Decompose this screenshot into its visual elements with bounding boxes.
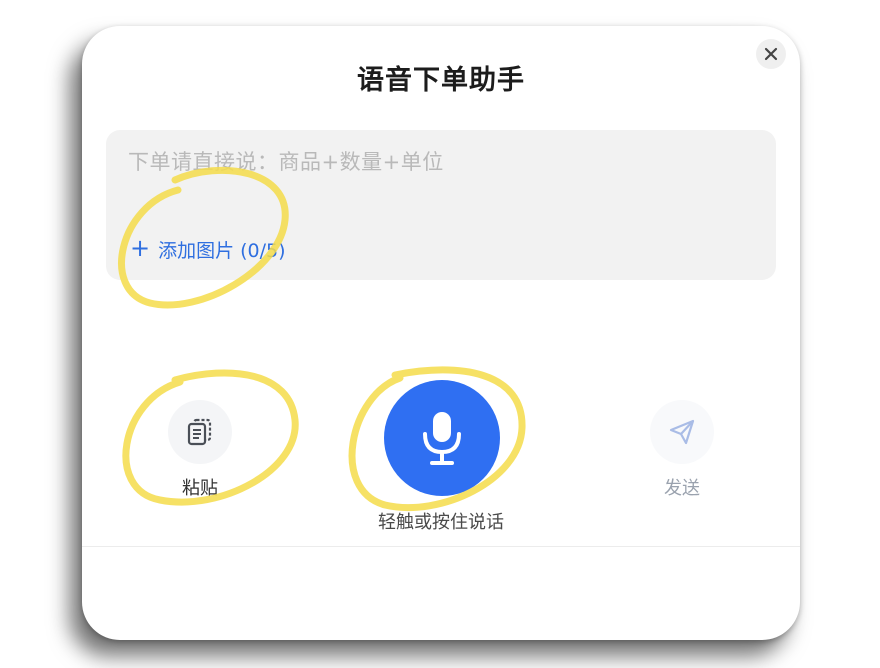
add-image-button[interactable]: + 添加图片 (0/5) xyxy=(130,236,286,263)
paste-label: 粘贴 xyxy=(182,478,218,499)
clipboard-icon xyxy=(187,418,212,446)
microphone-icon xyxy=(423,412,461,465)
voice-order-dialog: 语音下单助手 下单请直接说：商品+数量+单位 + 添加图片 (0/5) 粘贴 轻… xyxy=(82,26,800,640)
send-icon-circle xyxy=(650,400,714,464)
plus-icon: + xyxy=(130,234,151,262)
paste-button[interactable]: 粘贴 xyxy=(168,400,232,500)
microphone-button[interactable] xyxy=(384,380,500,496)
add-image-label: 添加图片 (0/5) xyxy=(158,240,286,262)
screen: 语音下单助手 下单请直接说：商品+数量+单位 + 添加图片 (0/5) 粘贴 轻… xyxy=(0,0,880,668)
input-placeholder: 下单请直接说：商品+数量+单位 xyxy=(128,150,444,174)
send-button[interactable]: 发送 xyxy=(650,400,714,500)
paste-icon-circle xyxy=(168,400,232,464)
paper-plane-icon xyxy=(669,419,695,445)
bottom-divider xyxy=(82,546,800,547)
dialog-title: 语音下单助手 xyxy=(357,65,525,96)
send-label: 发送 xyxy=(664,478,700,499)
order-text-input[interactable]: 下单请直接说：商品+数量+单位 + 添加图片 (0/5) xyxy=(106,130,776,280)
microphone-label: 轻触或按住说话 xyxy=(378,512,504,533)
